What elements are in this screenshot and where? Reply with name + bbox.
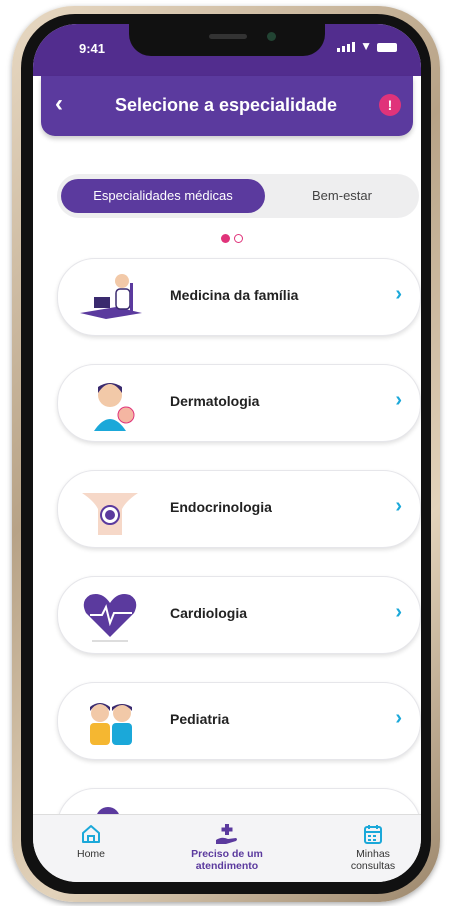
specialty-label: Medicina da família: [170, 287, 299, 303]
back-icon[interactable]: ‹: [55, 90, 63, 118]
tab-appointments-label: Minhas consultas: [350, 848, 396, 872]
specialty-label: Cardiologia: [170, 605, 248, 621]
tab-request-label: Preciso de um atendimento: [191, 848, 263, 872]
calendar-icon: [364, 825, 382, 844]
specialty-item-cardiologia[interactable]: Cardiologia ›: [57, 576, 421, 654]
wifi-icon: ▼: [360, 39, 372, 53]
specialty-type-toggle: Especialidades médicas Bem-estar: [57, 174, 419, 218]
page-indicator: [221, 234, 243, 243]
specialty-label: Endocrinologia: [170, 499, 272, 515]
thyroid-neck-icon: [82, 493, 138, 535]
chevron-right-icon: ›: [395, 495, 402, 517]
children-icon: [90, 703, 132, 745]
chevron-right-icon: ›: [395, 389, 402, 411]
skin-person-icon: [94, 383, 135, 431]
tab-bem-estar[interactable]: Bem-estar: [267, 179, 417, 213]
tab-home[interactable]: Home: [51, 823, 131, 860]
tab-preciso-atendimento[interactable]: Preciso de um atendimento: [167, 823, 287, 872]
doctor-at-desk-icon: [80, 274, 142, 319]
page-title: Selecione a especialidade: [114, 95, 338, 115]
status-icons: ▼: [337, 40, 397, 52]
tab-minhas-consultas[interactable]: Minhas consultas: [333, 823, 413, 872]
chevron-right-icon: ›: [395, 707, 402, 729]
app-screen: 9:41 ▼ ‹ Selecione a especialidade ! Esp…: [33, 24, 421, 882]
heart-pulse-icon: [83, 594, 137, 642]
battery-icon: [377, 43, 397, 52]
notch: [129, 24, 325, 56]
page-dot-active[interactable]: [221, 234, 230, 243]
specialty-item-pediatria[interactable]: Pediatria ›: [57, 682, 421, 760]
tab-home-label: Home: [76, 848, 105, 860]
status-bar: 9:41 ▼: [33, 24, 421, 76]
home-icon: [82, 825, 100, 843]
alert-icon[interactable]: !: [379, 94, 401, 116]
specialty-label: Dermatologia: [170, 393, 260, 409]
bottom-tab-bar: Home Preciso de um atendimento Minhas co…: [33, 814, 421, 882]
specialty-item-dermatologia[interactable]: Dermatologia ›: [57, 364, 421, 442]
specialty-item-medicina-familia[interactable]: Medicina da família ›: [57, 258, 421, 336]
tab-especialidades-medicas[interactable]: Especialidades médicas: [61, 179, 265, 213]
chevron-right-icon: ›: [395, 283, 402, 305]
status-time: 9:41: [79, 41, 106, 56]
signal-icon: [337, 42, 356, 52]
chevron-right-icon: ›: [395, 601, 402, 623]
page-dot[interactable]: [234, 234, 243, 243]
care-hand-icon: [216, 824, 237, 844]
specialty-item-endocrinologia[interactable]: Endocrinologia ›: [57, 470, 421, 548]
specialty-label: Pediatria: [170, 711, 230, 727]
app-header: ‹ Selecione a especialidade !: [41, 76, 413, 136]
